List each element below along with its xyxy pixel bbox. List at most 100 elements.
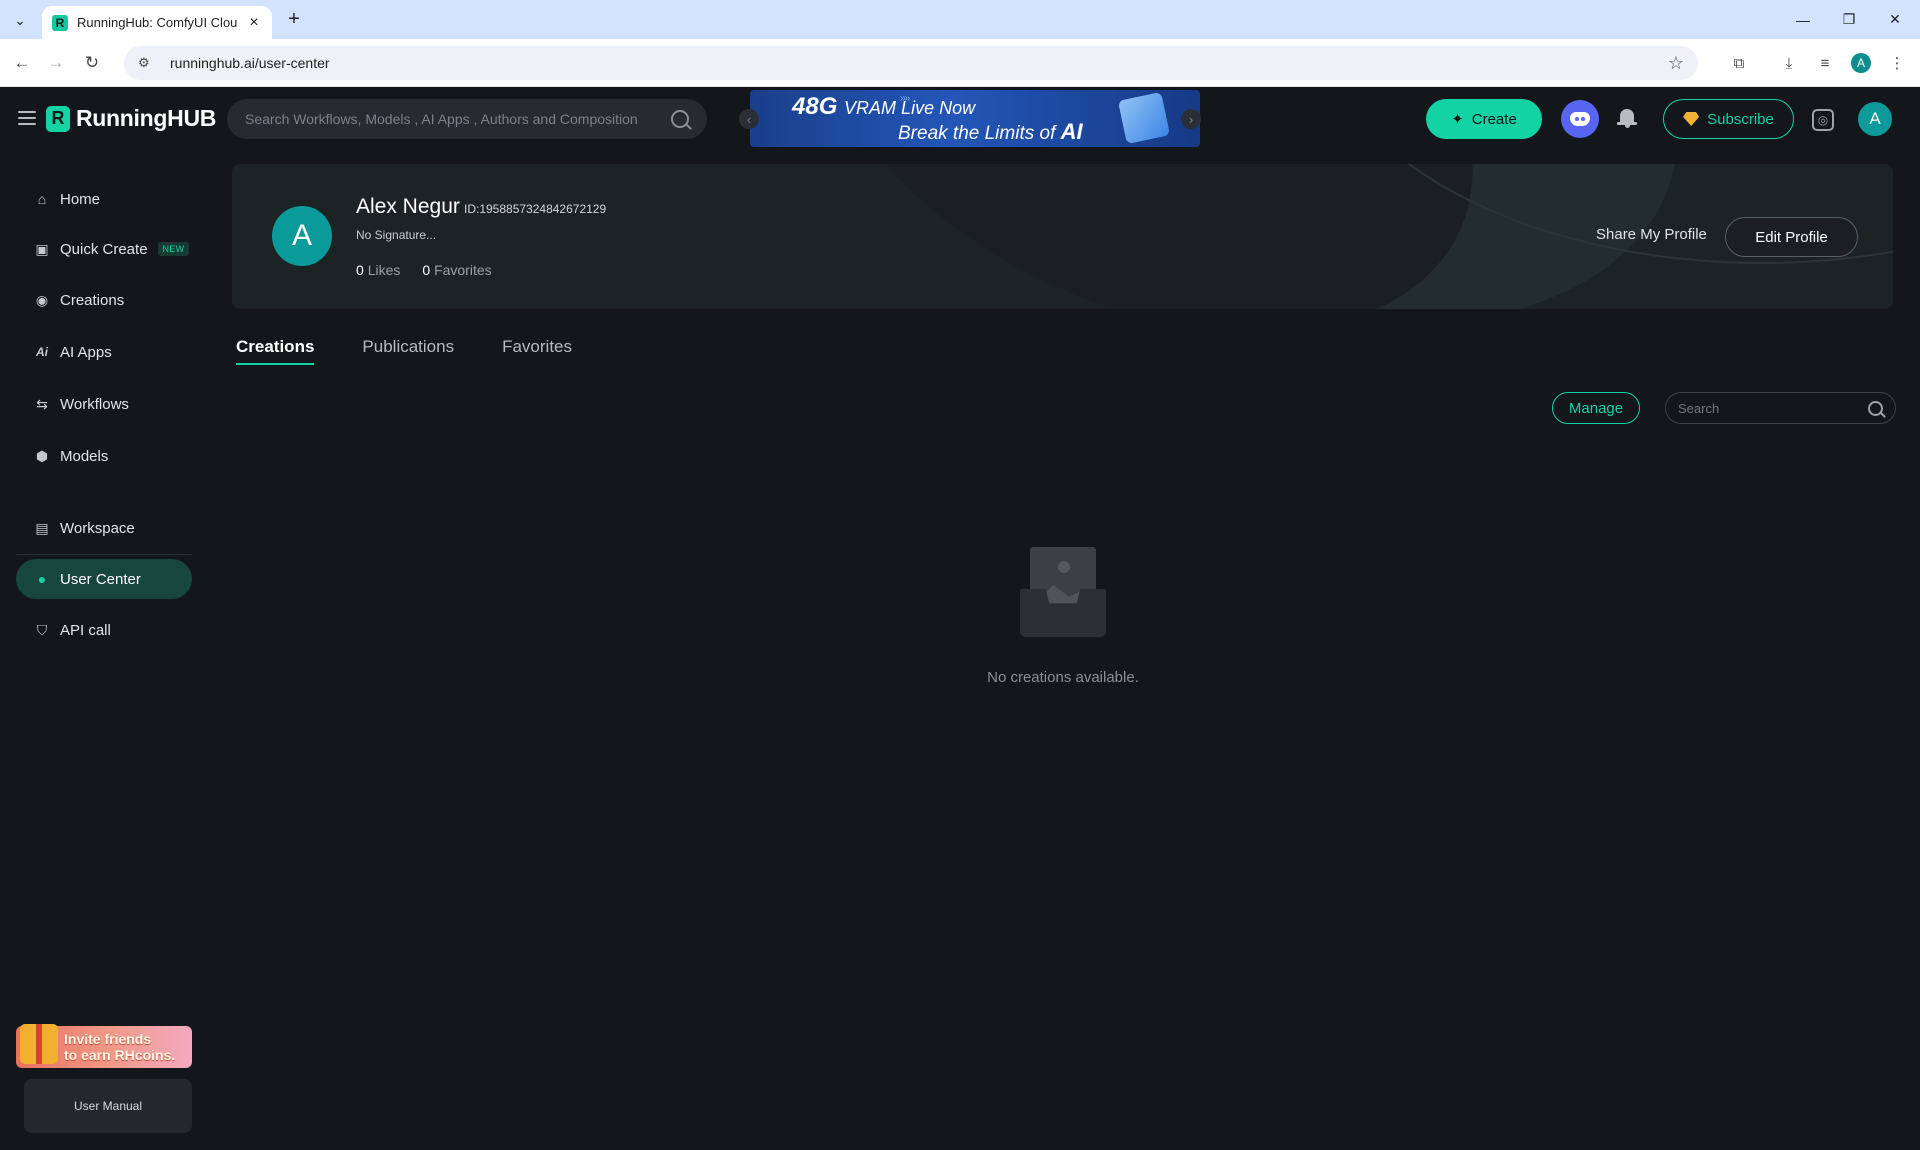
promo-banner[interactable]: ›››› 48G VRAM Live Now Break the Limits …	[750, 90, 1200, 147]
banner-headline: 48G VRAM Live Now	[792, 93, 975, 121]
new-tab-icon[interactable]: +	[282, 7, 306, 31]
gift-icon	[20, 1024, 58, 1064]
search-icon[interactable]	[671, 110, 689, 128]
reload-icon[interactable]: ↻	[80, 51, 104, 75]
browser-menu-icon[interactable]: ⋮	[1885, 51, 1909, 75]
sidebar-item-quick-create[interactable]: ▣ Quick Create NEW	[16, 229, 192, 269]
sidebar-item-creations[interactable]: ◉ Creations	[16, 280, 192, 320]
favorites-stat: 0 Favorites	[422, 262, 492, 278]
edit-profile-button[interactable]: Edit Profile	[1725, 217, 1858, 257]
discord-button[interactable]	[1561, 100, 1599, 138]
banner-line2: Break the Limits of	[898, 123, 1056, 144]
sidebar-item-workspace[interactable]: ▤ Workspace	[16, 508, 192, 548]
content-tabs: Creations Publications Favorites	[236, 337, 572, 365]
restore-icon[interactable]: ❐	[1826, 0, 1872, 39]
workflows-icon: ⇆	[36, 395, 48, 412]
empty-state-text: No creations available.	[987, 669, 1139, 686]
browser-profile-icon[interactable]: A	[1849, 51, 1873, 75]
logo[interactable]: R RunningHUB	[46, 105, 216, 132]
profile-id: ID:1958857324842672129	[464, 202, 607, 216]
content-search-input[interactable]	[1678, 400, 1868, 416]
create-wand-icon: ✦	[1451, 111, 1464, 128]
downloads-icon[interactable]: ⤓	[1777, 51, 1801, 75]
browser-toolbar: ← → ↻ ⚙ runninghub.ai/user-center ☆ ⧉ ⤓ …	[0, 39, 1920, 87]
sidebar-item-label: Workspace	[60, 519, 135, 537]
banner-prev-icon[interactable]: ‹	[739, 109, 759, 129]
logo-mark-icon: R	[46, 105, 70, 132]
forward-icon[interactable]: →	[44, 51, 68, 75]
profile-card: A Alex Negur ID:1958857324842672129 No S…	[232, 164, 1893, 309]
app-header: R RunningHUB ›››› 48G VRAM Live Now Brea…	[0, 87, 1920, 151]
tab-favorites[interactable]: Favorites	[502, 337, 572, 365]
extensions-icon[interactable]: ⧉	[1727, 51, 1751, 75]
manage-button[interactable]: Manage	[1552, 392, 1640, 424]
header-avatar[interactable]: A	[1858, 102, 1892, 136]
invite-friends-banner[interactable]: Invite friends to earn RHcoins.	[16, 1024, 192, 1068]
profile-stats: 0 Likes 0 Favorites	[356, 262, 492, 278]
empty-state-icon	[1020, 547, 1106, 637]
site-info-icon[interactable]: ⚙	[138, 55, 156, 71]
banner-big-text: 48G	[792, 93, 838, 120]
banner-line2-emph: AI	[1060, 119, 1083, 144]
logo-text: RunningHUB	[76, 105, 217, 131]
address-bar[interactable]: ⚙ runninghub.ai/user-center ☆	[124, 46, 1698, 80]
browser-tab[interactable]: R RunningHub: ComfyUI Cloud, C ×	[42, 6, 272, 39]
menu-toggle-icon[interactable]	[18, 109, 36, 127]
subscribe-label: Subscribe	[1707, 110, 1774, 128]
sidebar-item-workflows[interactable]: ⇆ Workflows	[16, 384, 192, 424]
discord-icon	[1570, 112, 1590, 126]
back-icon[interactable]: ←	[10, 51, 34, 75]
tab-publications[interactable]: Publications	[362, 337, 454, 365]
invite-text: Invite friends to earn RHcoins.	[64, 1031, 175, 1063]
home-icon: ⌂	[37, 191, 47, 207]
media-control-icon[interactable]: ≡	[1813, 51, 1837, 75]
search-icon[interactable]	[1868, 400, 1883, 416]
global-search-bar	[227, 99, 707, 139]
banner-gpu-art-icon	[1117, 91, 1171, 145]
minimize-icon[interactable]: —	[1780, 0, 1826, 39]
sidebar-item-label: Creations	[60, 291, 125, 309]
url-text: runninghub.ai/user-center	[170, 55, 330, 71]
invite-line2: to earn RHcoins.	[64, 1047, 176, 1063]
tab-title: RunningHub: ComfyUI Cloud, C	[77, 15, 237, 30]
subscribe-button[interactable]: Subscribe	[1663, 99, 1794, 139]
banner-line1: VRAM Live Now	[844, 98, 976, 118]
invite-line1: Invite friends	[64, 1031, 152, 1047]
browser-tabstrip: ⌄ R RunningHub: ComfyUI Cloud, C × + — ❐…	[0, 0, 1920, 39]
tab-creations[interactable]: Creations	[236, 337, 315, 365]
sidebar-item-user-center[interactable]: ● User Center	[16, 559, 192, 599]
window-close-icon[interactable]: ✕	[1872, 0, 1918, 39]
create-button[interactable]: ✦ Create	[1426, 99, 1542, 139]
api-icon: ⛉	[36, 621, 48, 638]
user-manual-button[interactable]: User Manual	[24, 1079, 192, 1133]
sidebar-item-label: API call	[60, 621, 111, 639]
sidebar-item-api-call[interactable]: ⛉ API call	[16, 610, 192, 650]
quick-create-icon: ▣	[35, 240, 49, 257]
models-icon: ⬢	[35, 447, 49, 464]
bookmark-star-icon[interactable]: ☆	[1668, 53, 1684, 74]
profile-signature: No Signature...	[356, 228, 437, 242]
creations-icon: ◉	[35, 291, 49, 308]
sidebar-item-models[interactable]: ⬢ Models	[16, 436, 192, 476]
banner-next-icon[interactable]: ›	[1181, 109, 1201, 129]
share-profile-link[interactable]: Share My Profile	[1596, 226, 1707, 243]
sidebar-item-label: Workflows	[60, 395, 129, 413]
workspace-icon: ▤	[35, 519, 49, 536]
notifications-bell-icon[interactable]	[1617, 107, 1637, 129]
banner-subline: Break the Limits of AI	[898, 119, 1083, 145]
sidebar: ⌂ Home ▣ Quick Create NEW ◉ Creations Ai…	[0, 151, 208, 1150]
sidebar-item-ai-apps[interactable]: Ai AI Apps	[16, 332, 192, 372]
new-badge: NEW	[157, 242, 190, 256]
likes-stat: 0 Likes	[356, 262, 401, 278]
sidebar-item-home[interactable]: ⌂ Home	[16, 179, 192, 219]
global-search-input[interactable]	[245, 111, 671, 127]
language-icon[interactable]: ◎	[1812, 109, 1834, 131]
tab-close-icon[interactable]: ×	[246, 14, 262, 32]
ai-apps-icon: Ai	[36, 345, 48, 359]
sidebar-item-label: User Center	[60, 570, 141, 588]
sidebar-divider	[16, 554, 192, 555]
profile-avatar[interactable]: A	[272, 206, 332, 266]
create-label: Create	[1471, 110, 1517, 128]
content-search-bar	[1665, 392, 1896, 424]
tab-search-chevron-icon[interactable]: ⌄	[8, 8, 32, 32]
